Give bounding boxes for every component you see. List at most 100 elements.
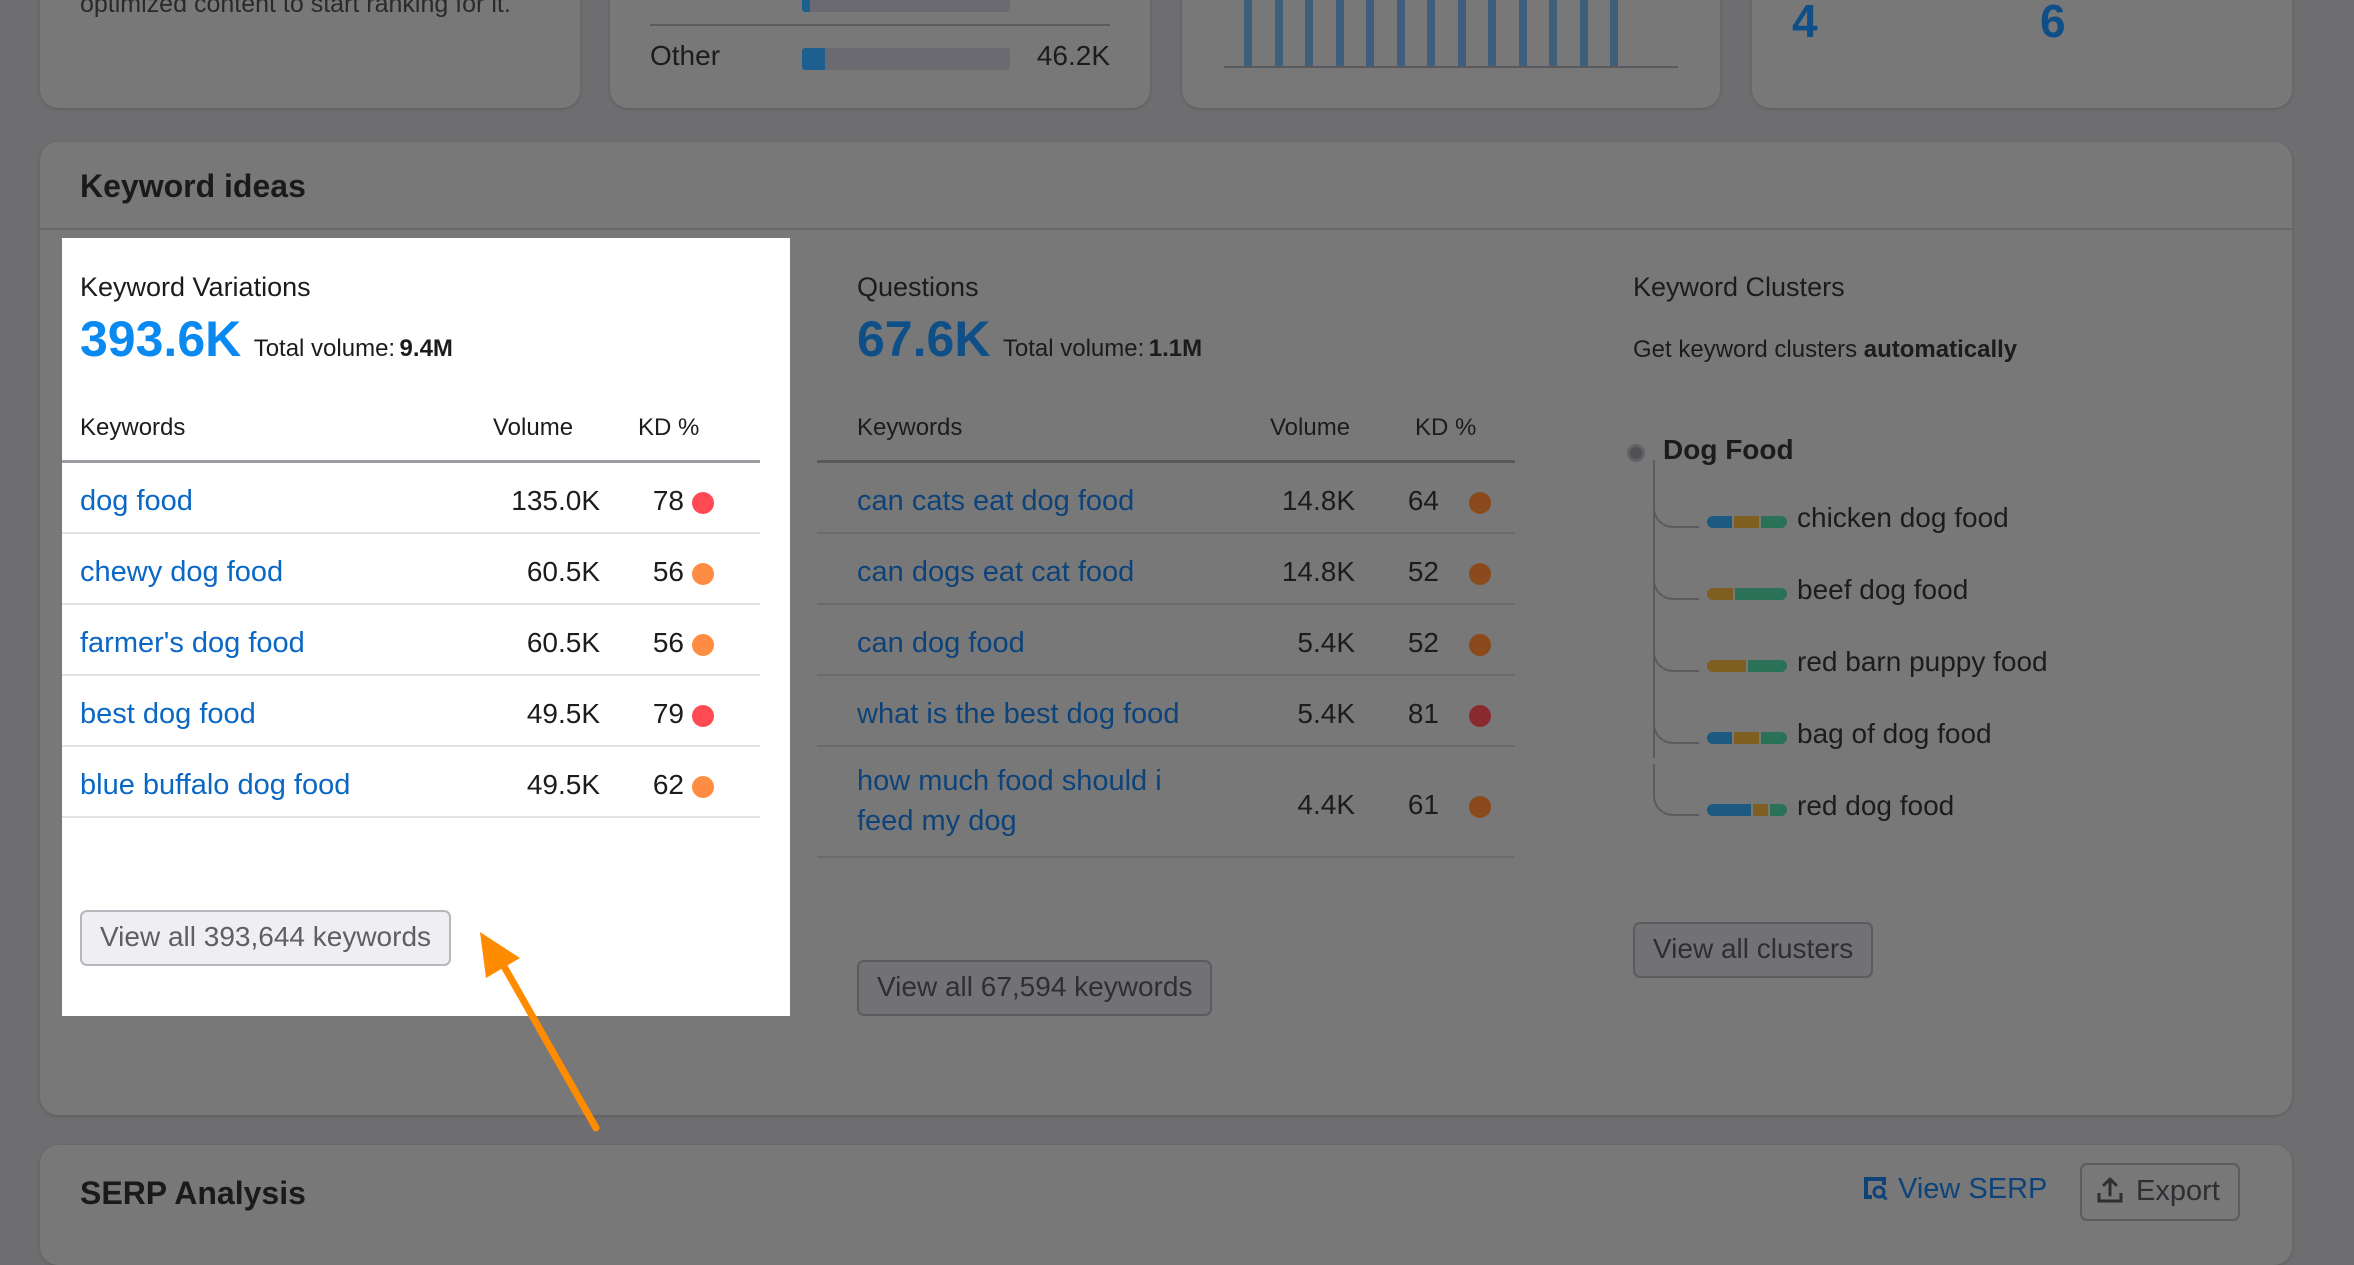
keyword-difficulty: 56: [652, 627, 684, 658]
view-serp-link[interactable]: View SERP: [1862, 1173, 2047, 1206]
questions-count: 67.6K: [857, 311, 991, 367]
keyword-difficulty: 52: [1407, 556, 1439, 587]
table-row: blue buffalo dog food 49.5K 62: [62, 747, 760, 818]
cluster-item-label: chicken dog food: [1797, 502, 2009, 533]
top-card-trend: [1182, 0, 1720, 108]
kd-indicator-dot-icon: [1469, 634, 1491, 656]
table-header: Keywords Volume KD %: [817, 402, 1515, 463]
keyword-link[interactable]: can cats eat dog food: [857, 481, 1134, 521]
trend-bar: [1396, 0, 1405, 66]
kd-indicator-dot-icon: [692, 563, 714, 585]
table-row: farmer's dog food 60.5K 56: [62, 605, 760, 676]
intent-segment: [1761, 732, 1787, 744]
column-volume[interactable]: Volume: [1270, 414, 1350, 442]
serp-analysis-card: SERP Analysis View SERP Export: [40, 1145, 2292, 1265]
column-keywords[interactable]: Keywords: [857, 414, 962, 442]
panel-title: Keyword Clusters: [1633, 272, 1845, 302]
keyword-link[interactable]: farmer's dog food: [80, 623, 305, 663]
intent-bar: [1707, 588, 1787, 600]
keyword-volume: 14.8K: [1281, 556, 1355, 587]
keyword-link[interactable]: can dog food: [857, 623, 1025, 663]
trend-bar: [1488, 0, 1496, 66]
column-kd[interactable]: KD %: [638, 414, 699, 442]
export-button[interactable]: Export: [2080, 1163, 2240, 1221]
panel-stats: 393.6K Total volume: 9.4M: [80, 310, 453, 368]
distribution-row-other: Other 46.2K: [650, 38, 1110, 78]
trend-bar: [1610, 0, 1618, 66]
keyword-volume: 14.8K: [1281, 485, 1355, 516]
tree-elbow: [1653, 692, 1699, 744]
view-all-variations-button[interactable]: View all 393,644 keywords: [80, 910, 452, 966]
intent-segment: [1707, 804, 1752, 816]
trend-bar: [1244, 0, 1252, 66]
questions-table: Keywords Volume KD % can cats eat dog fo…: [817, 402, 1515, 858]
distribution-bar-fill: [802, 48, 825, 70]
table-row: what is the best dog food 5.4K 81: [817, 676, 1515, 747]
trend-bar: [1335, 0, 1344, 66]
intent-segment: [1748, 660, 1787, 672]
export-label: Export: [2136, 1175, 2220, 1207]
table-header: Keywords Volume KD %: [62, 402, 760, 463]
total-volume-label: Total volume:: [1002, 335, 1145, 362]
cluster-root-label[interactable]: Dog Food: [1663, 434, 1794, 466]
view-all-questions-button[interactable]: View all 67,594 keywords: [857, 960, 1213, 1016]
distribution-row-partial: [650, 0, 1110, 14]
keyword-difficulty: 56: [652, 556, 684, 587]
cluster-item-label: bag of dog food: [1797, 718, 1992, 749]
intent-segment: [1734, 516, 1760, 528]
column-keywords[interactable]: Keywords: [80, 414, 185, 442]
keyword-volume: 4.4K: [1297, 789, 1355, 820]
keyword-link[interactable]: dog food: [80, 481, 193, 521]
kd-indicator-dot-icon: [692, 492, 714, 514]
keyword-difficulty: 61: [1407, 789, 1439, 820]
keyword-link[interactable]: can dogs eat cat food: [857, 552, 1134, 592]
kd-indicator-dot-icon: [1469, 705, 1491, 727]
card-description: optimized content to start ranking for i…: [80, 0, 511, 18]
trend-bar: [1305, 0, 1313, 66]
subtitle-text: Get keyword clusters: [1633, 336, 1864, 363]
intent-segment: [1707, 732, 1733, 744]
view-all-clusters-button[interactable]: View all clusters: [1633, 922, 1874, 978]
table-row: can dog food 5.4K 52: [817, 605, 1515, 676]
top-card-intro: optimized content to start ranking for i…: [40, 0, 580, 108]
total-volume-value: 9.4M: [399, 335, 453, 362]
trend-bar: [1274, 0, 1283, 66]
table-row: can dogs eat cat food 14.8K 52: [817, 534, 1515, 605]
distribution-value: 46.2K: [1036, 40, 1110, 71]
table-row: chewy dog food 60.5K 56: [62, 534, 760, 605]
table-row: best dog food 49.5K 79: [62, 676, 760, 747]
keyword-link[interactable]: how much food should i feed my dog: [857, 761, 1197, 841]
keyword-volume: 135.0K: [511, 485, 600, 516]
distribution-label: Other: [650, 40, 721, 71]
kd-indicator-dot-icon: [692, 776, 714, 798]
keyword-difficulty: 52: [1407, 627, 1439, 658]
intent-segment: [1770, 804, 1787, 816]
column-volume[interactable]: Volume: [493, 414, 573, 442]
export-upload-icon: [2096, 1169, 2124, 1203]
variations-table: Keywords Volume KD % dog food 135.0K 78 che…: [62, 402, 760, 818]
keyword-volume: 5.4K: [1297, 698, 1355, 729]
keyword-link[interactable]: chewy dog food: [80, 552, 283, 592]
top-card-counts: 4 6: [1752, 0, 2292, 108]
keyword-link[interactable]: blue buffalo dog food: [80, 765, 350, 805]
trend-bar: [1366, 0, 1374, 66]
intent-segment: [1707, 516, 1733, 528]
intent-bar: [1707, 732, 1787, 744]
intent-bar: [1707, 516, 1787, 528]
column-kd[interactable]: KD %: [1415, 414, 1476, 442]
keyword-volume: 60.5K: [526, 627, 600, 658]
cluster-item-label: red dog food: [1797, 790, 1955, 821]
count-value-2: 6: [2040, 0, 2066, 47]
kd-indicator-dot-icon: [1469, 492, 1491, 514]
trend-axis: [1224, 66, 1678, 68]
keyword-volume: 49.5K: [526, 769, 600, 800]
total-volume-label: Total volume:: [253, 335, 396, 362]
keyword-link[interactable]: what is the best dog food: [857, 694, 1179, 734]
keyword-link[interactable]: best dog food: [80, 694, 256, 734]
keyword-difficulty: 79: [652, 698, 684, 729]
distribution-bar: [802, 0, 1010, 12]
section-title: SERP Analysis: [80, 1175, 306, 1211]
kd-indicator-dot-icon: [692, 634, 714, 656]
header-divider: [40, 228, 2292, 230]
table-row: how much food should i feed my dog 4.4K 61: [817, 747, 1515, 858]
